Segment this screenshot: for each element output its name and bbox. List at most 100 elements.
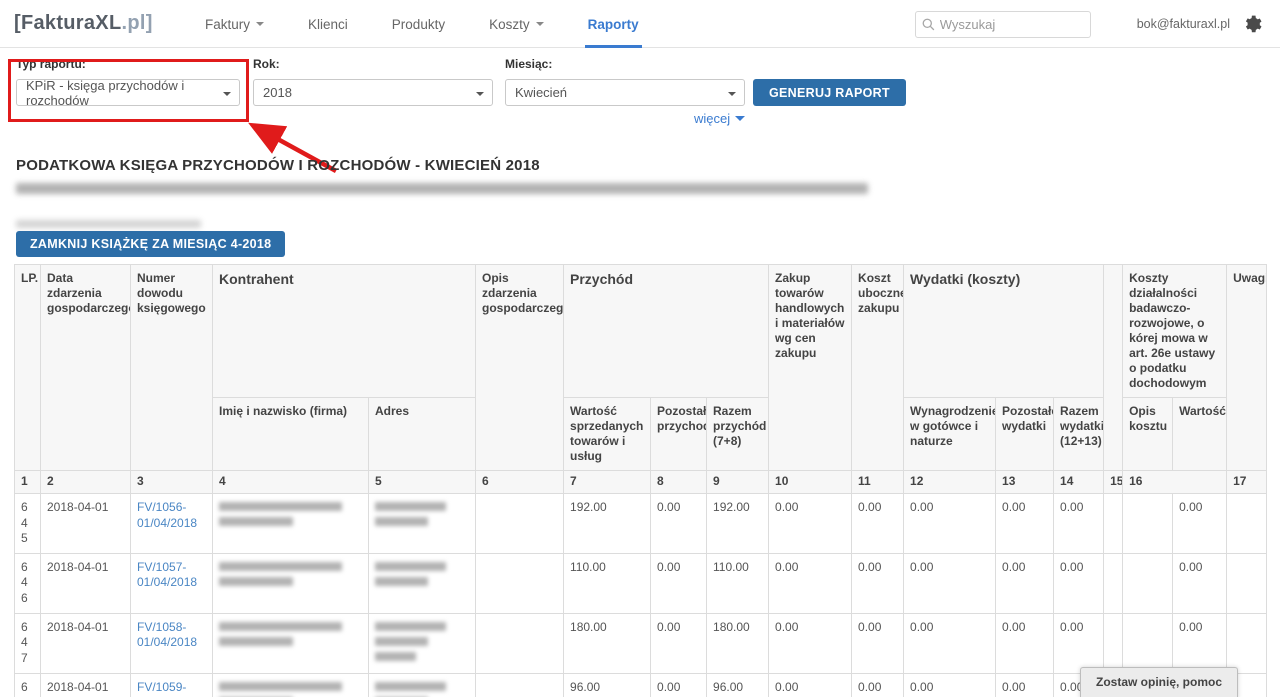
opis-zdarzenia-cell (476, 494, 564, 554)
document-cell: FV/1059-01/04/2018 (131, 673, 213, 697)
more-link-label: więcej (694, 111, 730, 126)
document-link[interactable]: FV/1058-01/04/2018 (137, 620, 197, 650)
value-cell: 96.00 (564, 673, 651, 697)
value-cell: 0.00 (769, 494, 852, 554)
document-cell: FV/1057-01/04/2018 (131, 553, 213, 613)
adres-cell (369, 613, 476, 673)
value-cell: 110.00 (564, 553, 651, 613)
header-razem-wydatki: Razem wydatki (12+13) (1054, 398, 1104, 471)
header-koszt-uboczne: Koszt uboczne zakupu (852, 265, 904, 471)
chevron-down-icon (735, 116, 745, 126)
app-logo[interactable]: [FakturaXL.pl] (14, 12, 153, 35)
close-book-button[interactable]: ZAMKNIJ KSIĄŻKĘ ZA MIESIĄC 4-2018 (16, 231, 285, 257)
col15-cell (1104, 613, 1123, 673)
year-select[interactable]: 2018 (253, 79, 493, 106)
table-row: 6472018-04-01FV/1058-01/04/2018180.000.0… (15, 613, 1267, 673)
opis-zdarzenia-cell (476, 673, 564, 697)
value-cell: 192.00 (564, 494, 651, 554)
document-link[interactable]: FV/1057-01/04/2018 (137, 560, 197, 590)
nav-item-faktury[interactable]: Faktury (202, 0, 267, 48)
redacted-text (375, 577, 428, 586)
report-type-label: Typ raportu: (16, 57, 86, 71)
uwagi-cell (1227, 494, 1267, 554)
month-value: Kwiecień (515, 85, 567, 100)
year-value: 2018 (263, 85, 292, 100)
nav-item-raporty[interactable]: Raporty (585, 0, 642, 48)
more-link[interactable]: więcej (694, 111, 745, 126)
nav-item-label: Raporty (588, 17, 639, 32)
value-cell: 0.00 (1173, 613, 1227, 673)
uwagi-cell (1227, 613, 1267, 673)
opis-kosztu-cell (1123, 494, 1173, 554)
navbar-right: bok@fakturaxl.pl (915, 0, 1262, 48)
opis-kosztu-cell (1123, 553, 1173, 613)
redacted-text (219, 502, 342, 511)
report-type-value: KPiR - księga przychodów i rozchodów (26, 78, 217, 108)
header-col-15 (1104, 265, 1123, 471)
generate-report-button[interactable]: GENERUJ RAPORT (753, 79, 906, 106)
date-cell: 2018-04-01 (41, 553, 131, 613)
logo-left: [FakturaXL (14, 12, 121, 34)
header-razem-przychod: Razem przychód (7+8) (707, 398, 769, 471)
document-cell: FV/1056-01/04/2018 (131, 494, 213, 554)
header-pozostale-wydatki: Pozostałe wydatki (996, 398, 1054, 471)
nav-item-produkty[interactable]: Produkty (389, 0, 448, 48)
redacted-text (375, 562, 446, 571)
lp-cell: 646 (15, 553, 41, 613)
value-cell: 0.00 (769, 673, 852, 697)
nav-item-label: Koszty (489, 17, 530, 32)
date-cell: 2018-04-01 (41, 673, 131, 697)
value-cell: 0.00 (651, 673, 707, 697)
nav-item-label: Faktury (205, 17, 250, 32)
header-adres: Adres (369, 398, 476, 471)
nav-item-koszty[interactable]: Koszty (486, 0, 547, 48)
document-link[interactable]: FV/1056-01/04/2018 (137, 500, 197, 530)
redacted-text (375, 517, 428, 526)
kontrahent-cell (213, 553, 369, 613)
year-label: Rok: (253, 57, 280, 71)
value-cell: 0.00 (996, 613, 1054, 673)
kpir-table-head: LP. Data zdarzenia gospodarczego Numer d… (15, 265, 1267, 494)
nav-item-klienci[interactable]: Klienci (305, 0, 351, 48)
header-wartosc-sprzedanych: Wartość sprzedanych towarów i usług (564, 398, 651, 471)
kontrahent-cell (213, 613, 369, 673)
value-cell: 0.00 (852, 673, 904, 697)
value-cell: 0.00 (904, 613, 996, 673)
company-info-redacted (16, 183, 868, 194)
search-box[interactable] (915, 11, 1091, 38)
header-wydatki: Wydatki (koszty) (904, 265, 1104, 398)
gear-icon[interactable] (1242, 14, 1262, 34)
column-number: 7 (564, 471, 651, 494)
page: [FakturaXL.pl] Faktury Klienci Produkty … (0, 0, 1280, 697)
column-number: 17 (1227, 471, 1267, 494)
column-number: 5 (369, 471, 476, 494)
search-input[interactable] (940, 17, 1084, 32)
value-cell: 192.00 (707, 494, 769, 554)
report-type-select[interactable]: KPiR - księga przychodów i rozchodów (16, 79, 240, 106)
col15-cell (1104, 494, 1123, 554)
document-cell: FV/1058-01/04/2018 (131, 613, 213, 673)
nav-item-label: Produkty (392, 17, 445, 32)
header-koszty-br: Koszty działalności badawczo-rozwojowe, … (1123, 265, 1227, 398)
month-select[interactable]: Kwiecień (505, 79, 745, 106)
value-cell: 0.00 (852, 553, 904, 613)
redacted-text (375, 622, 446, 631)
header-imie-nazwisko: Imię i nazwisko (firma) (213, 398, 369, 471)
column-number: 2 (41, 471, 131, 494)
feedback-button[interactable]: Zostaw opinię, pomoc (1080, 667, 1238, 697)
redacted-text (219, 682, 342, 691)
redacted-text (375, 682, 446, 691)
value-cell: 0.00 (1054, 553, 1104, 613)
page-title: PODATKOWA KSIĘGA PRZYCHODÓW I ROZCHODÓW … (16, 157, 540, 174)
value-cell: 0.00 (852, 613, 904, 673)
uwagi-cell (1227, 553, 1267, 613)
user-email: bok@fakturaxl.pl (1137, 17, 1230, 31)
redacted-text (219, 577, 293, 586)
value-cell: 0.00 (769, 553, 852, 613)
date-cell: 2018-04-01 (41, 613, 131, 673)
header-przychod: Przychód (564, 265, 769, 398)
column-number: 1 (15, 471, 41, 494)
column-number: 9 (707, 471, 769, 494)
column-number: 8 (651, 471, 707, 494)
document-link[interactable]: FV/1059-01/04/2018 (137, 680, 197, 697)
